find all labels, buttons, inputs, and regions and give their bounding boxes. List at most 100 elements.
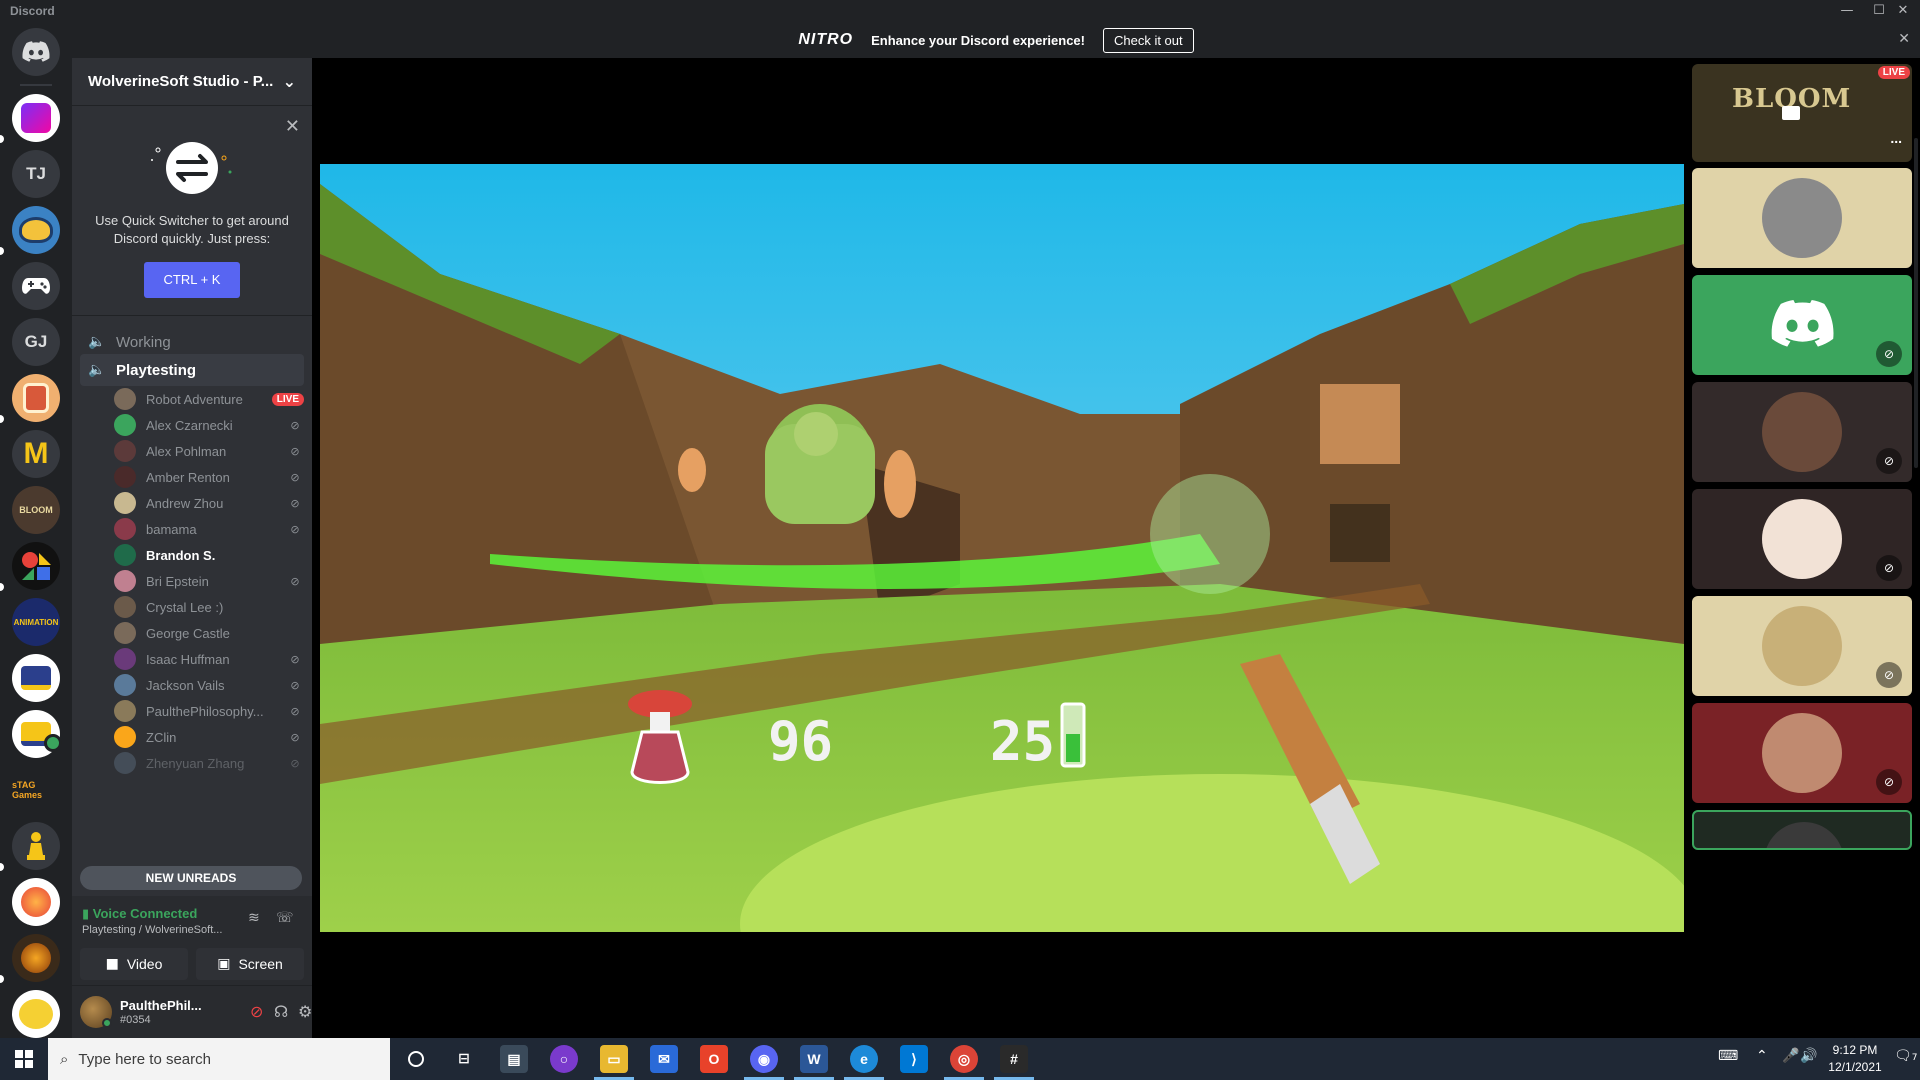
- taskbar-clock[interactable]: 9:12 PM 12/1/2021: [1820, 1042, 1890, 1076]
- close-window-button[interactable]: ✕: [1886, 0, 1920, 22]
- tile-partial[interactable]: [1692, 810, 1912, 850]
- server-animation[interactable]: ANIMATION: [12, 598, 60, 646]
- server-gj-label: GJ: [24, 332, 48, 351]
- voice-member-row[interactable]: Robot Adventure LIVE: [114, 386, 304, 412]
- video-button[interactable]: ■ Video: [80, 948, 188, 980]
- screen-share-button[interactable]: ▣ Screen: [196, 948, 304, 980]
- server-pikachu[interactable]: [12, 990, 60, 1038]
- voice-member-row[interactable]: Andrew Zhou ⊘: [114, 490, 304, 516]
- discord-taskbar-icon[interactable]: ◉: [744, 1045, 784, 1080]
- slack-icon[interactable]: #: [994, 1045, 1034, 1080]
- rail-divider: [20, 84, 52, 86]
- cortana-icon[interactable]: [402, 1045, 430, 1073]
- tile-discord[interactable]: ⊘: [1692, 275, 1912, 375]
- gamers-icon: [21, 943, 51, 973]
- user-tag: #0354: [120, 1014, 151, 1026]
- stream-preview-tile[interactable]: BLOOM LIVE ...: [1692, 64, 1912, 162]
- server-gj[interactable]: GJ: [12, 318, 60, 366]
- close-icon[interactable]: ✕: [285, 116, 300, 137]
- voice-member-row[interactable]: Bri Epstein ⊘: [114, 568, 304, 594]
- office-icon[interactable]: O: [700, 1045, 728, 1073]
- voice-member-row[interactable]: Alex Pohlman ⊘: [114, 438, 304, 464]
- taskbar-search-box[interactable]: ⌕ Type here to search: [48, 1038, 390, 1080]
- server-wolverinesoft[interactable]: [12, 654, 60, 702]
- avatar: [114, 596, 136, 618]
- voice-member-row[interactable]: George Castle: [114, 620, 304, 646]
- server-tj[interactable]: TJ: [12, 150, 60, 198]
- avatar: [1762, 606, 1842, 686]
- mail-icon[interactable]: ✉: [650, 1045, 678, 1073]
- gear-icon[interactable]: ⚙: [298, 1002, 312, 1021]
- windows-start-button[interactable]: [0, 1038, 48, 1080]
- voice-member-row[interactable]: PaulthePhilosophy... ⊘: [114, 698, 304, 724]
- speaker-icon: 🔈: [88, 362, 106, 378]
- online-status-icon: [102, 1018, 112, 1028]
- discord-home-button[interactable]: [12, 28, 60, 76]
- server-gamers[interactable]: [12, 934, 60, 982]
- tile-anime[interactable]: ⊘: [1692, 489, 1912, 589]
- server-flame[interactable]: [12, 878, 60, 926]
- avatar: [114, 648, 136, 670]
- participant-tiles: BLOOM LIVE ... ⊘ ⊘ ⊘ ⊘ ⊘: [1688, 58, 1920, 1038]
- keyboard-icon[interactable]: ⌨: [1718, 1048, 1738, 1064]
- tiles-scrollbar[interactable]: [1914, 138, 1918, 468]
- tile-robot[interactable]: [1692, 168, 1912, 268]
- minimize-button[interactable]: —: [1830, 0, 1864, 22]
- server-wolverine-blue[interactable]: [12, 206, 60, 254]
- file-explorer-icon[interactable]: ▭: [594, 1045, 634, 1080]
- tile-dark-photo[interactable]: ⊘: [1692, 382, 1912, 482]
- word-icon[interactable]: W: [794, 1045, 834, 1080]
- disconnect-icon[interactable]: ☏: [276, 910, 294, 926]
- tile-glasses[interactable]: ⊘: [1692, 596, 1912, 696]
- wolverine-mascot-icon: [19, 217, 53, 243]
- member-name: ZClin: [146, 729, 177, 745]
- server-header[interactable]: WolverineSoft Studio - P... ⌄: [72, 58, 312, 106]
- new-unreads-button[interactable]: NEW UNREADS: [80, 866, 302, 890]
- mute-microphone-icon[interactable]: ⊘: [250, 1002, 263, 1021]
- voice-member-row[interactable]: ZClin ⊘: [114, 724, 304, 750]
- voice-member-row[interactable]: bamama ⊘: [114, 516, 304, 542]
- voice-member-row[interactable]: Zhenyuan Zhang ⊘: [114, 750, 304, 776]
- server-stag[interactable]: sTAG Games: [12, 766, 60, 814]
- voice-member-row[interactable]: Brandon S.: [114, 542, 304, 568]
- stream-stage[interactable]: 96 25: [312, 58, 1688, 1038]
- store-icon[interactable]: ▤: [500, 1045, 528, 1073]
- purple-app-icon[interactable]: ○: [550, 1045, 578, 1073]
- noise-suppression-icon[interactable]: ≋: [248, 910, 260, 926]
- volume-icon[interactable]: 🔊: [1800, 1048, 1817, 1064]
- voice-member-row[interactable]: Crystal Lee :): [114, 594, 304, 620]
- notifications-icon[interactable]: 🗨7: [1894, 1048, 1918, 1064]
- server-bloom[interactable]: BLOOM: [12, 486, 60, 534]
- chevron-up-icon[interactable]: ⌃: [1756, 1048, 1768, 1064]
- discord-logo-icon: [22, 41, 50, 62]
- avatar: [114, 440, 136, 462]
- edge-icon[interactable]: e: [844, 1045, 884, 1080]
- voice-member-row[interactable]: Jackson Vails ⊘: [114, 672, 304, 698]
- game-stream-view[interactable]: 96 25: [320, 164, 1684, 932]
- tile-couple[interactable]: ⊘: [1692, 703, 1912, 803]
- member-name: Crystal Lee :): [146, 599, 224, 615]
- server-m[interactable]: M: [12, 430, 60, 478]
- chrome-icon[interactable]: ◎: [944, 1045, 984, 1080]
- channel-working-label: Working: [116, 333, 171, 351]
- server-jar[interactable]: [12, 374, 60, 422]
- server-chess[interactable]: [12, 822, 60, 870]
- voice-member-row[interactable]: Alex Czarnecki ⊘: [114, 412, 304, 438]
- server-controller[interactable]: [12, 262, 60, 310]
- nitro-check-it-out-button[interactable]: Check it out: [1102, 27, 1194, 53]
- server-purple[interactable]: [12, 94, 60, 142]
- vscode-icon[interactable]: ⟩: [900, 1045, 928, 1073]
- quick-switcher-shortcut[interactable]: CTRL + K: [144, 262, 240, 298]
- avatar: [114, 466, 136, 488]
- avatar: [1762, 499, 1842, 579]
- username: PaulthePhil...: [120, 998, 202, 1013]
- task-view-icon[interactable]: ⊟: [450, 1045, 478, 1073]
- server-shapes[interactable]: [12, 542, 60, 590]
- voice-member-row[interactable]: Isaac Huffman ⊘: [114, 646, 304, 672]
- channel-playtesting[interactable]: 🔈 Playtesting: [80, 354, 304, 386]
- voice-member-row[interactable]: Amber Renton ⊘: [114, 464, 304, 490]
- headphones-icon[interactable]: ☊: [274, 1002, 288, 1021]
- microphone-icon[interactable]: 🎤: [1782, 1048, 1799, 1064]
- close-icon[interactable]: ✕: [1898, 31, 1910, 47]
- more-options-icon[interactable]: ...: [1890, 130, 1902, 146]
